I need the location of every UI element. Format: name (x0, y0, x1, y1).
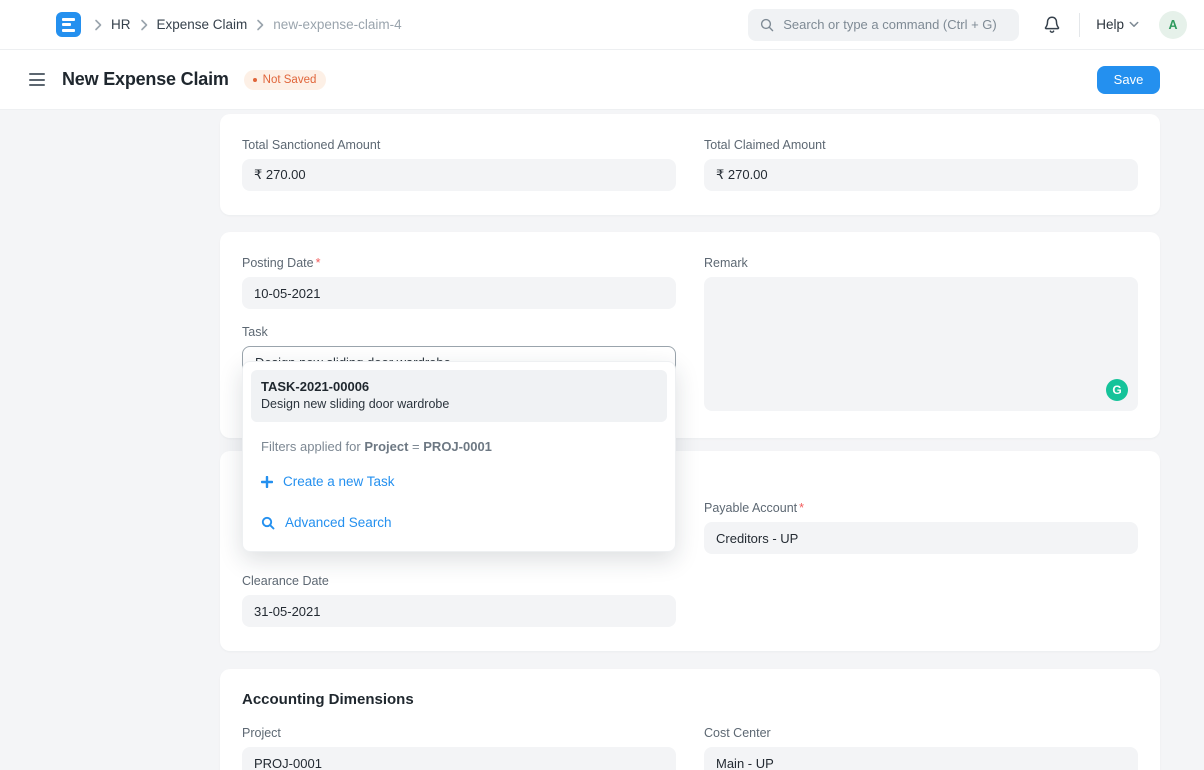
details-section: Posting Date* 10-05-2021 Task Design new… (220, 232, 1160, 438)
posting-date-field: Posting Date* 10-05-2021 (242, 256, 676, 309)
create-new-task-label: Create a new Task (283, 474, 395, 489)
search-input[interactable] (783, 17, 1007, 32)
divider (1079, 13, 1080, 37)
chevron-down-icon (1129, 21, 1139, 28)
payable-account-label-text: Payable Account (704, 501, 797, 515)
remark-label: Remark (704, 256, 1138, 270)
dimensions-grid: Project PROJ-0001 Cost Center Main - UP (242, 726, 1138, 770)
posting-date-input[interactable]: 10-05-2021 (242, 277, 676, 309)
dimensions-heading: Accounting Dimensions (242, 691, 1138, 708)
breadcrumb-item-expense-claim[interactable]: Expense Claim (157, 17, 248, 32)
save-button[interactable]: Save (1097, 66, 1160, 94)
bell-icon[interactable] (1043, 15, 1061, 34)
total-sanctioned-label: Total Sanctioned Amount (242, 138, 676, 152)
form-content: Total Sanctioned Amount ₹ 270.00 Total C… (220, 110, 1160, 770)
page-title: New Expense Claim (62, 69, 229, 90)
project-label: Project (242, 726, 676, 740)
required-marker: * (316, 256, 321, 270)
posting-date-label-text: Posting Date (242, 256, 314, 270)
search-icon (261, 516, 275, 530)
status-badge: Not Saved (244, 70, 327, 90)
posting-date-label: Posting Date* (242, 256, 676, 270)
task-label: Task (242, 325, 676, 339)
clearance-date-label: Clearance Date (242, 574, 676, 588)
remark-textarea[interactable] (704, 277, 1138, 411)
task-field: Task Design new sliding door wardrobe TA… (242, 325, 676, 378)
cost-center-input[interactable]: Main - UP (704, 747, 1138, 770)
breadcrumb-item-current: new-expense-claim-4 (273, 17, 401, 32)
navbar-actions: Help A (1043, 11, 1187, 39)
breadcrumb-item-hr[interactable]: HR (111, 17, 131, 32)
cost-center-label: Cost Center (704, 726, 1138, 740)
grammarly-icon[interactable]: G (1106, 379, 1128, 401)
total-sanctioned-input[interactable]: ₹ 270.00 (242, 159, 676, 191)
total-sanctioned-field: Total Sanctioned Amount ₹ 270.00 (242, 138, 676, 191)
task-option[interactable]: TASK-2021-00006 Design new sliding door … (251, 370, 667, 422)
filters-operator: = (412, 439, 420, 454)
page-header: New Expense Claim Not Saved Save (0, 50, 1204, 110)
chevron-right-icon (140, 19, 148, 31)
total-claimed-input[interactable]: ₹ 270.00 (704, 159, 1138, 191)
create-new-task-link[interactable]: Create a new Task (251, 461, 667, 502)
menu-icon[interactable] (27, 69, 47, 90)
help-label: Help (1096, 17, 1124, 32)
chevron-right-icon (94, 19, 102, 31)
navbar: HR Expense Claim new-expense-claim-4 Hel… (0, 0, 1204, 50)
clearance-date-field: Clearance Date 31-05-2021 (242, 574, 676, 627)
task-option-subject: Design new sliding door wardrobe (261, 397, 657, 411)
totals-section: Total Sanctioned Amount ₹ 270.00 Total C… (220, 114, 1160, 215)
task-dropdown: TASK-2021-00006 Design new sliding door … (242, 361, 676, 552)
search-icon (760, 18, 774, 32)
chevron-right-icon (256, 19, 264, 31)
details-left-column: Posting Date* 10-05-2021 Task Design new… (242, 256, 676, 411)
accounting-right-spacer (704, 574, 1138, 627)
filters-applied-note: Filters applied for Project = PROJ-0001 (251, 422, 667, 461)
project-input[interactable]: PROJ-0001 (242, 747, 676, 770)
status-badge-label: Not Saved (263, 74, 317, 86)
filters-prefix: Filters applied for (261, 439, 361, 454)
filters-value: PROJ-0001 (423, 439, 492, 454)
advanced-search-link[interactable]: Advanced Search (251, 502, 667, 543)
breadcrumb: HR Expense Claim new-expense-claim-4 (94, 17, 402, 32)
total-claimed-field: Total Claimed Amount ₹ 270.00 (704, 138, 1138, 191)
avatar[interactable]: A (1159, 11, 1187, 39)
help-menu[interactable]: Help (1096, 17, 1139, 32)
erpnext-logo-icon[interactable] (56, 12, 81, 37)
cost-center-field: Cost Center Main - UP (704, 726, 1138, 770)
remark-field: G (704, 277, 1138, 411)
payable-account-field: Payable Account* Creditors - UP (704, 501, 1138, 554)
required-marker: * (799, 501, 804, 515)
details-right-column: Remark G (704, 256, 1138, 411)
payable-account-input[interactable]: Creditors - UP (704, 522, 1138, 554)
dimensions-section: Accounting Dimensions Project PROJ-0001 … (220, 669, 1160, 770)
total-claimed-label: Total Claimed Amount (704, 138, 1138, 152)
task-option-id: TASK-2021-00006 (261, 379, 657, 394)
global-search[interactable] (748, 9, 1019, 41)
payable-account-label: Payable Account* (704, 501, 1138, 515)
project-field: Project PROJ-0001 (242, 726, 676, 770)
status-dot-icon (253, 78, 257, 82)
advanced-search-label: Advanced Search (285, 515, 392, 530)
plus-icon (261, 476, 273, 488)
filters-field: Project (364, 439, 408, 454)
clearance-date-input[interactable]: 31-05-2021 (242, 595, 676, 627)
